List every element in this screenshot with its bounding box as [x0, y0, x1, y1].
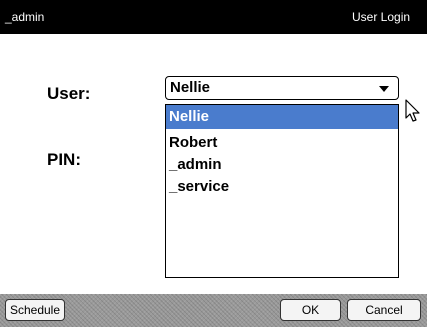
- mouse-pointer-icon: [405, 99, 420, 122]
- user-select[interactable]: Nellie: [165, 76, 399, 100]
- cancel-button[interactable]: Cancel: [347, 299, 421, 321]
- title-bar: _admin User Login: [0, 0, 427, 34]
- bottom-toolbar: Schedule OK Cancel: [0, 294, 427, 327]
- dropdown-option-robert[interactable]: Robert: [166, 131, 398, 155]
- user-login-screen: _admin User Login User: PIN: Nellie Nell…: [0, 0, 427, 327]
- ok-button[interactable]: OK: [280, 299, 341, 321]
- schedule-button[interactable]: Schedule: [5, 299, 65, 321]
- user-label: User:: [47, 84, 91, 103]
- dropdown-option-admin[interactable]: _admin: [166, 153, 398, 177]
- chevron-down-icon: [379, 86, 389, 92]
- pin-label: PIN:: [47, 150, 81, 169]
- screen-title: User Login: [352, 10, 411, 24]
- current-user-label: _admin: [5, 10, 45, 24]
- dropdown-option-nellie[interactable]: Nellie: [166, 105, 398, 129]
- dropdown-option-service[interactable]: _service: [166, 175, 398, 199]
- user-select-value: Nellie: [170, 79, 211, 96]
- user-dropdown-list[interactable]: Nellie Robert _admin _service: [165, 104, 399, 278]
